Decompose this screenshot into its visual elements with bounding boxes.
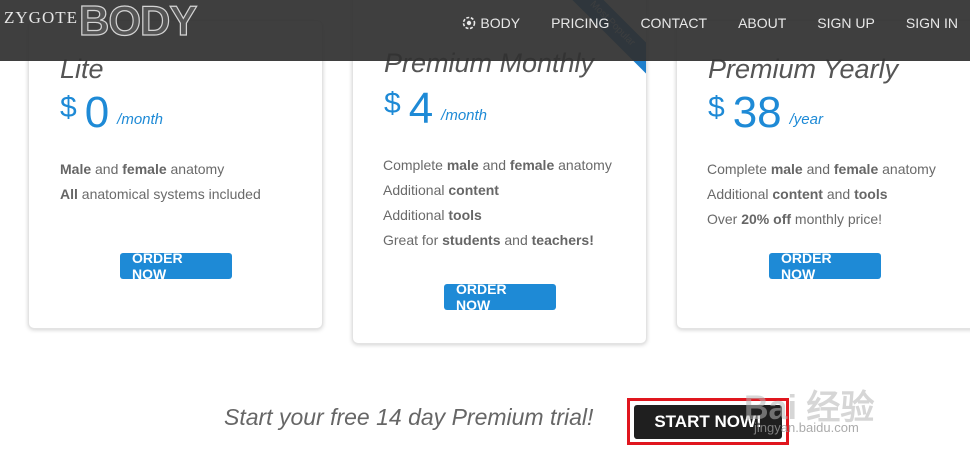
main-nav: BODY PRICING CONTACT ABOUT SIGN UP SIGN … xyxy=(462,0,958,46)
price-amount: 38 xyxy=(732,88,782,137)
plan-price: $ 38 /year xyxy=(708,91,823,135)
nav-item-body[interactable]: BODY xyxy=(462,15,520,31)
order-now-button-yearly[interactable]: ORDER NOW xyxy=(769,250,881,282)
nav-item-sign-up[interactable]: SIGN UP xyxy=(817,15,875,31)
currency-symbol: $ xyxy=(708,91,725,124)
plan-card-premium-yearly: Premium Yearly $ 38 /year Complete male … xyxy=(676,20,970,329)
watermark-url: jingyan.baidu.com xyxy=(754,420,859,435)
feature-item: Additional content xyxy=(383,182,499,198)
price-period: /month xyxy=(117,111,164,128)
trial-message: Start your free 14 day Premium trial! xyxy=(224,404,594,430)
feature-item: Male and female anatomy xyxy=(60,161,225,177)
feature-item: Additional content and tools xyxy=(707,186,888,202)
price-amount: 4 xyxy=(408,84,434,133)
price-amount: 0 xyxy=(84,88,110,137)
baidu-watermark: Bai 经验 jingyan.baidu.com xyxy=(744,372,924,442)
feature-list: Male and female anatomy All anatomical s… xyxy=(60,160,261,210)
feature-list: Complete male and female anatomy Additio… xyxy=(383,156,612,256)
body-logo-icon xyxy=(463,16,476,30)
logo-small-text: ZYGOTE xyxy=(4,8,78,27)
price-period: /month xyxy=(441,107,488,124)
nav-item-sign-in[interactable]: SIGN IN xyxy=(906,15,958,31)
order-now-button-lite[interactable]: ORDER NOW xyxy=(120,250,232,282)
feature-item: Additional tools xyxy=(383,207,482,223)
feature-item: Complete male and female anatomy xyxy=(707,161,936,177)
nav-item-contact[interactable]: CONTACT xyxy=(640,15,707,31)
currency-symbol: $ xyxy=(60,91,77,124)
nav-item-pricing[interactable]: PRICING xyxy=(551,15,609,31)
top-navbar: ZYGOTE BODY BODY PRICING CONTACT ABOUT S… xyxy=(0,0,970,61)
plan-price: $ 0 /month xyxy=(60,91,163,135)
feature-item: Complete male and female anatomy xyxy=(383,157,612,173)
feature-item: Great for students and teachers! xyxy=(383,232,594,248)
feature-item: All anatomical systems included xyxy=(60,186,261,202)
logo-big-text: BODY xyxy=(78,0,198,44)
feature-list: Complete male and female anatomy Additio… xyxy=(707,160,936,235)
order-now-button-monthly[interactable]: ORDER NOW xyxy=(444,281,556,313)
nav-label: BODY xyxy=(480,15,521,31)
feature-item: Over 20% off monthly price! xyxy=(707,211,883,227)
nav-item-about[interactable]: ABOUT xyxy=(738,15,786,31)
price-period: /year xyxy=(789,111,823,128)
currency-symbol: $ xyxy=(384,87,401,120)
plan-price: $ 4 /month xyxy=(384,87,487,131)
plan-card-lite: Lite $ 0 /month Male and female anatomy … xyxy=(28,20,323,329)
site-logo[interactable]: ZYGOTE BODY xyxy=(4,0,198,46)
